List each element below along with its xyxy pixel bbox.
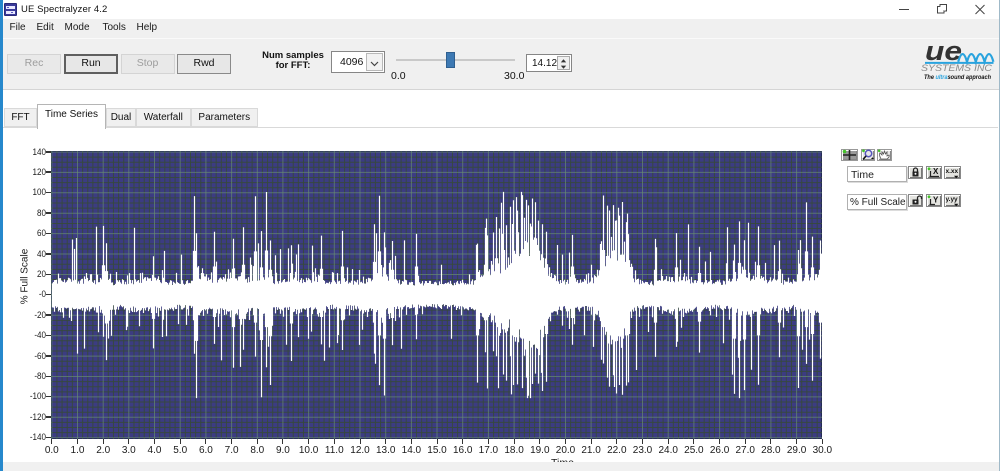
svg-text:The ultrasound approach: The ultrasound approach bbox=[924, 74, 991, 81]
svg-text:Y: Y bbox=[933, 195, 939, 204]
svg-text:SYSTEMS INC: SYSTEMS INC bbox=[921, 63, 993, 73]
svg-text:X: X bbox=[933, 167, 939, 176]
svg-text:y.yy: y.yy bbox=[946, 196, 959, 203]
svg-text:x.xx: x.xx bbox=[946, 168, 959, 175]
